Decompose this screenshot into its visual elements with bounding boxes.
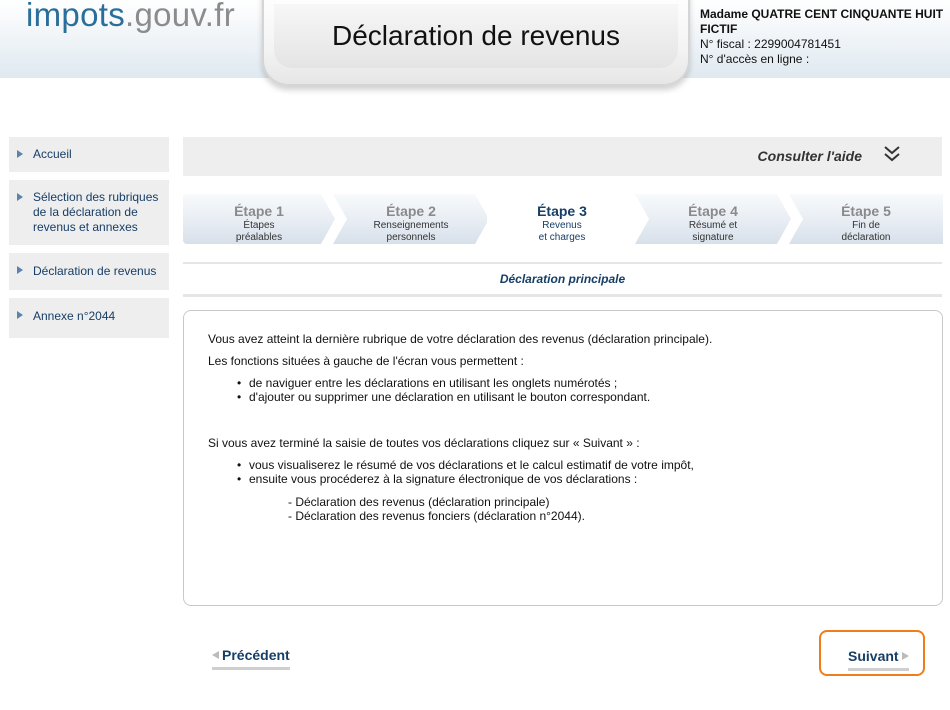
user-name: Madame QUATRE CENT CINQUANTE HUIT FICTIF bbox=[700, 7, 944, 36]
step-desc-line1: Renseignements bbox=[373, 220, 449, 231]
content-panel: Vous avez atteint la dernière rubrique d… bbox=[183, 310, 943, 606]
step-desc-line2: déclaration bbox=[841, 232, 891, 243]
page-title-inner: Déclaration de revenus bbox=[274, 4, 678, 68]
step-desc-line2: signature bbox=[692, 232, 734, 243]
logo-main: impots bbox=[26, 0, 125, 33]
sidebar-item-declaration-revenus[interactable]: Déclaration de revenus bbox=[9, 253, 169, 290]
logo-suffix: .gouv.fr bbox=[125, 0, 236, 33]
list-item: de naviguer entre les déclarations en ut… bbox=[237, 376, 712, 390]
step-4: Étape 4 Résumé et signature bbox=[635, 194, 791, 244]
sidebar-item-label: Accueil bbox=[33, 147, 72, 161]
paragraph-functions: Les fonctions situées à gauche de l'écra… bbox=[208, 354, 524, 368]
list-item: - Déclaration des revenus (déclaration p… bbox=[288, 495, 550, 509]
fiscal-number: N° fiscal : 2299004781451 bbox=[700, 37, 841, 51]
step-3: Étape 3 Revenus et charges bbox=[487, 194, 637, 244]
sidebar-item-label: Annexe n°2044 bbox=[33, 309, 116, 323]
step-1: Étape 1 Étapes préalables bbox=[183, 194, 335, 244]
help-link[interactable]: Consulter l'aide bbox=[758, 148, 862, 164]
arrow-right-icon bbox=[17, 311, 23, 319]
list-item: ensuite vous procéderez à la signature é… bbox=[237, 472, 712, 486]
step-desc-line2: personnels bbox=[386, 232, 436, 243]
step-number: Étape 5 bbox=[841, 203, 891, 219]
page-title-box: Déclaration de revenus bbox=[262, 0, 690, 86]
previous-button[interactable]: Précédent bbox=[212, 647, 290, 670]
step-desc-line1: Fin de bbox=[852, 220, 880, 231]
next-button[interactable]: Suivant bbox=[848, 648, 909, 671]
step-desc-line1: Étapes bbox=[243, 220, 275, 231]
user-info: Madame QUATRE CENT CINQUANTE HUIT FICTIF… bbox=[700, 7, 950, 67]
help-bar: Consulter l'aide bbox=[183, 137, 942, 176]
step-desc-line1: Revenus bbox=[542, 220, 582, 231]
step-desc-line1: Résumé et bbox=[688, 220, 738, 231]
content-text: Vous avez atteint la dernière rubrique d… bbox=[208, 332, 712, 523]
sidebar-item-accueil[interactable]: Accueil bbox=[9, 137, 169, 172]
sidebar: Accueil Sélection des rubriques de la dé… bbox=[9, 137, 169, 346]
functions-list: de naviguer entre les déclarations en ut… bbox=[208, 376, 712, 404]
step-number: Étape 1 bbox=[234, 203, 284, 219]
step-desc-line2: et charges bbox=[538, 232, 586, 243]
arrow-right-icon bbox=[17, 150, 23, 158]
arrow-right-icon bbox=[17, 193, 23, 201]
step-desc-line2: préalables bbox=[235, 232, 283, 243]
declaration-list: - Déclaration des revenus (déclaration p… bbox=[208, 495, 712, 523]
list-item: - Déclaration des revenus fonciers (décl… bbox=[288, 509, 585, 523]
paragraph-next-instructions: Si vous avez terminé la saisie de toutes… bbox=[208, 436, 640, 450]
paragraph-intro: Vous avez atteint la dernière rubrique d… bbox=[208, 332, 713, 346]
step-number: Étape 3 bbox=[537, 203, 587, 219]
previous-label: Précédent bbox=[222, 647, 290, 663]
list-item: vous visualiserez le résumé de vos décla… bbox=[237, 458, 712, 472]
page-title: Déclaration de revenus bbox=[332, 20, 620, 51]
step-number: Étape 4 bbox=[688, 203, 738, 219]
sidebar-item-label: Sélection des rubriques de la déclaratio… bbox=[33, 190, 159, 234]
access-number: N° d'accès en ligne : bbox=[700, 52, 810, 66]
sidebar-item-annexe-2044[interactable]: Annexe n°2044 bbox=[9, 298, 169, 338]
list-item: d'ajouter ou supprimer une déclaration e… bbox=[237, 390, 712, 404]
sidebar-item-label: Déclaration de revenus bbox=[33, 264, 157, 278]
next-button-highlight: Suivant bbox=[819, 630, 925, 676]
site-logo[interactable]: impots.gouv.fr bbox=[26, 0, 235, 34]
step-2: Étape 2 Renseignements personnels bbox=[333, 194, 489, 244]
step-number: Étape 2 bbox=[386, 203, 436, 219]
sidebar-item-selection-rubriques[interactable]: Sélection des rubriques de la déclaratio… bbox=[9, 180, 169, 245]
next-steps-list: vous visualiserez le résumé de vos décla… bbox=[208, 458, 712, 486]
double-chevron-down-icon[interactable] bbox=[882, 144, 902, 164]
arrow-left-icon bbox=[212, 651, 219, 659]
arrow-right-icon bbox=[901, 652, 909, 660]
step-5: Étape 5 Fin de déclaration bbox=[789, 194, 943, 244]
next-label: Suivant bbox=[848, 648, 899, 664]
steps-progress: Étape 1 Étapes préalables Étape 2 Rensei… bbox=[183, 194, 943, 244]
arrow-right-icon bbox=[17, 266, 23, 274]
section-title: Déclaration principale bbox=[183, 262, 942, 297]
